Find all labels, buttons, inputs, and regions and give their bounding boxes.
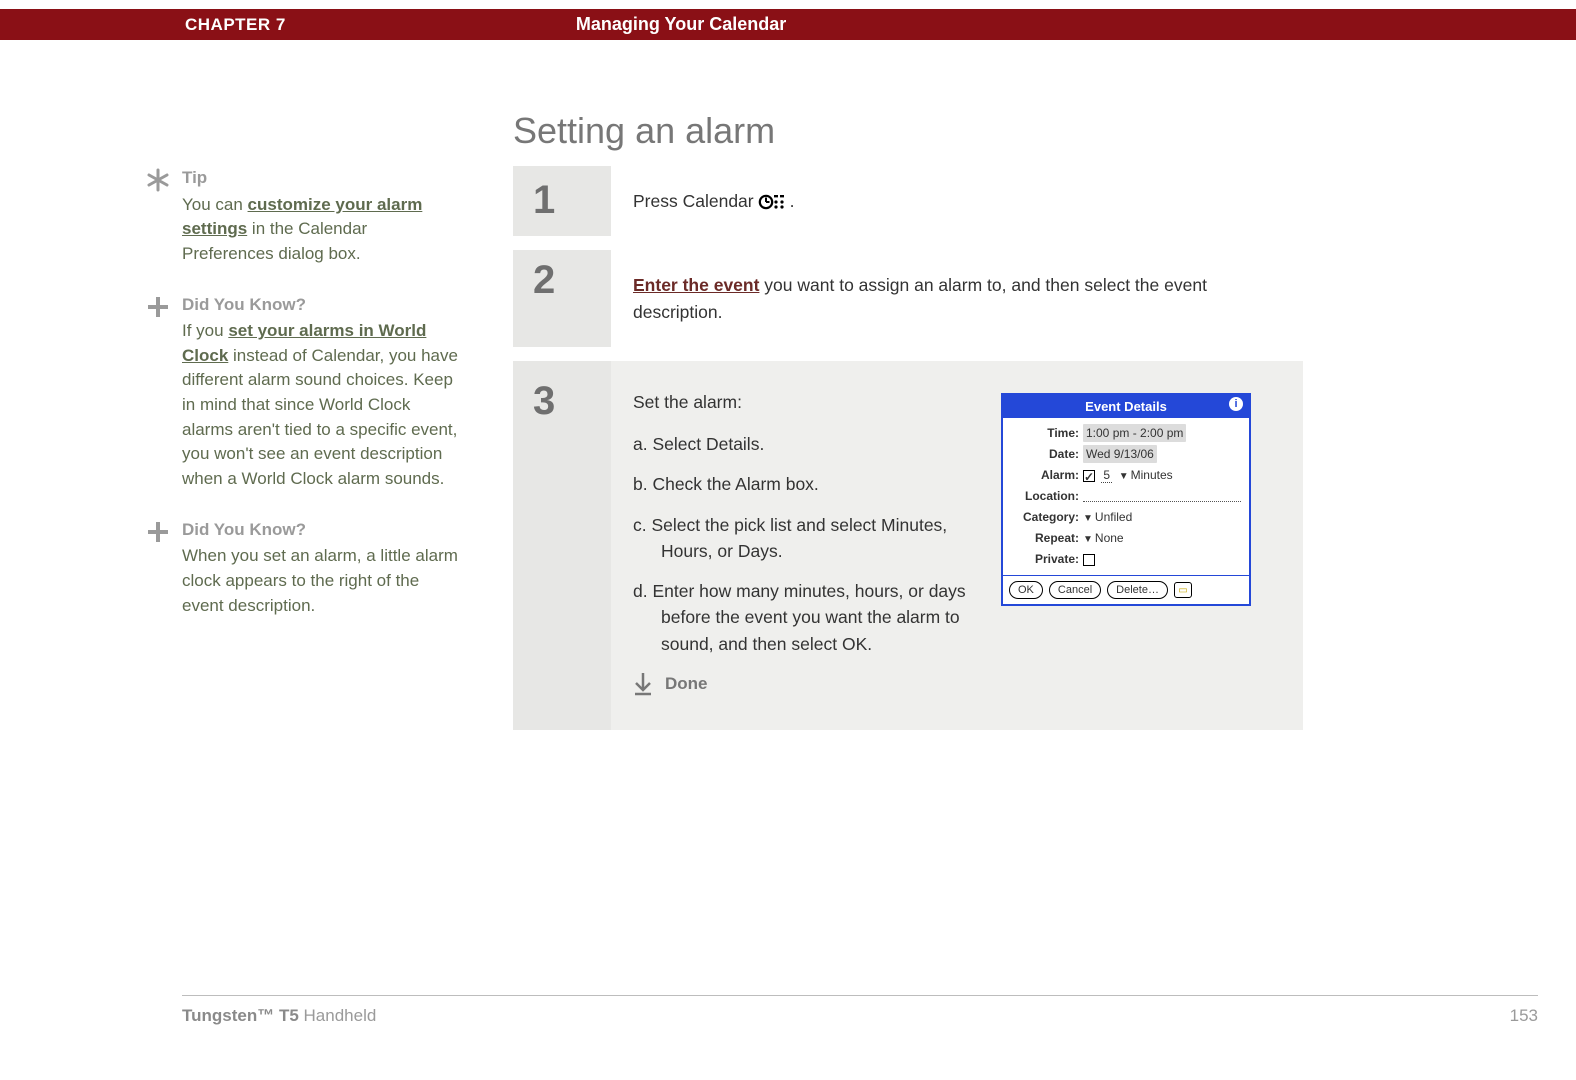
substep-c: c. Select the pick list and select Minut… [633, 512, 973, 565]
category-value[interactable]: Unfiled [1095, 510, 1132, 524]
time-label: Time: [1011, 424, 1083, 442]
sidebar: Tip You can customize your alarm setting… [142, 166, 462, 644]
page-number: 153 [1510, 1006, 1538, 1026]
plus-icon [146, 295, 170, 319]
step-number: 3 [533, 381, 555, 421]
dyk2-heading: Did You Know? [182, 518, 462, 543]
page-footer: Tungsten™ T5 Handheld 153 [182, 995, 1538, 1026]
repeat-label: Repeat: [1011, 529, 1083, 547]
private-checkbox[interactable] [1083, 554, 1095, 566]
event-details-dialog: Event Details i Time: 1:00 pm - 2:00 pm … [1001, 389, 1251, 697]
dropdown-icon[interactable]: ▼ [1083, 511, 1093, 526]
step3-intro: Set the alarm: [633, 389, 973, 415]
step-number: 1 [533, 180, 555, 220]
info-icon[interactable]: i [1229, 397, 1243, 411]
repeat-value[interactable]: None [1095, 531, 1124, 545]
step1-post: . [790, 188, 795, 214]
calendar-button-icon [758, 191, 786, 211]
dialog-title: Event Details [1085, 399, 1167, 414]
delete-button[interactable]: Delete… [1107, 581, 1168, 599]
dyk2-body: When you set an alarm, a little alarm cl… [182, 544, 462, 618]
tip-heading: Tip [182, 166, 462, 191]
date-label: Date: [1011, 445, 1083, 463]
step-3-text: Set the alarm: a. Select Details. b. Che… [633, 389, 973, 697]
date-value[interactable]: Wed 9/13/06 [1083, 445, 1157, 463]
asterisk-icon [146, 168, 170, 192]
page-heading: Setting an alarm [513, 110, 775, 152]
steps-list: 1 Press Calendar [513, 166, 1303, 744]
step-2: 2 Enter the event you want to assign an … [513, 250, 1303, 347]
alarm-count[interactable]: 5 [1101, 468, 1112, 483]
tip-body: You can customize your alarm settings in… [182, 193, 462, 267]
tip-pre: You can [182, 195, 248, 214]
did-you-know-2: Did You Know? When you set an alarm, a l… [142, 518, 462, 619]
alarm-checkbox[interactable] [1083, 470, 1095, 482]
dyk1-pre: If you [182, 321, 228, 340]
chapter-title: Managing Your Calendar [576, 14, 786, 35]
dyk1-heading: Did You Know? [182, 293, 462, 318]
dropdown-icon[interactable]: ▼ [1083, 532, 1093, 547]
substep-d: d. Enter how many minutes, hours, or day… [633, 578, 973, 657]
substep-b: b. Check the Alarm box. [633, 471, 973, 497]
plus-icon [146, 520, 170, 544]
cancel-button[interactable]: Cancel [1049, 581, 1101, 599]
time-value[interactable]: 1:00 pm - 2:00 pm [1083, 424, 1186, 442]
step-number: 2 [533, 260, 555, 300]
step-3-body: Set the alarm: a. Select Details. b. Che… [611, 361, 1303, 731]
chapter-bar: CHAPTER 7 Managing Your Calendar [0, 9, 1576, 40]
category-label: Category: [1011, 508, 1083, 526]
dropdown-icon[interactable]: ▼ [1119, 469, 1129, 484]
done-row: Done [633, 671, 973, 697]
ok-button[interactable]: OK [1009, 581, 1043, 599]
done-label: Done [665, 671, 708, 697]
tip-note: Tip You can customize your alarm setting… [142, 166, 462, 267]
step-number-box: 2 [513, 250, 611, 347]
step-number-box: 3 [513, 361, 611, 731]
step2-link[interactable]: Enter the event [633, 275, 759, 295]
step-1-body: Press Calendar . [611, 166, 1303, 236]
substep-a: a. Select Details. [633, 431, 973, 457]
location-field[interactable] [1083, 490, 1241, 502]
step1-pre: Press Calendar [633, 188, 754, 214]
step-2-body: Enter the event you want to assign an al… [611, 250, 1303, 347]
step-1: 1 Press Calendar [513, 166, 1303, 236]
product-name: Tungsten™ T5 Handheld [182, 1006, 376, 1026]
alarm-unit[interactable]: Minutes [1131, 468, 1173, 482]
private-label: Private: [1011, 550, 1083, 568]
alarm-label: Alarm: [1011, 466, 1083, 484]
step-number-box: 1 [513, 166, 611, 236]
note-icon[interactable]: ▭ [1174, 582, 1192, 598]
down-arrow-icon [633, 672, 653, 696]
location-label: Location: [1011, 487, 1083, 505]
step-3: 3 Set the alarm: a. Select Details. b. C… [513, 361, 1303, 731]
step3-substeps: a. Select Details. b. Check the Alarm bo… [633, 431, 973, 657]
dyk1-body: If you set your alarms in World Clock in… [182, 319, 462, 491]
dyk1-post: instead of Calendar, you have different … [182, 346, 458, 488]
dialog-title-bar: Event Details i [1003, 395, 1249, 419]
chapter-label: CHAPTER 7 [185, 15, 286, 35]
did-you-know-1: Did You Know? If you set your alarms in … [142, 293, 462, 492]
